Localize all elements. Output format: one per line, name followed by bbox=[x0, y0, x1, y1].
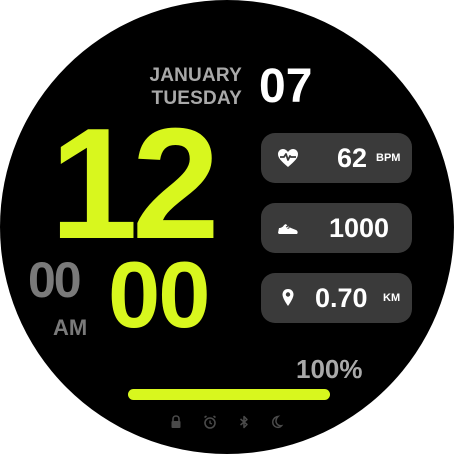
battery-bar-fill bbox=[128, 389, 330, 400]
hour-display: 12 bbox=[50, 96, 220, 272]
moon-icon bbox=[272, 415, 284, 429]
minute-display: 00 bbox=[108, 242, 211, 347]
steps-value: 1000 bbox=[329, 213, 390, 243]
heart-rate-icon bbox=[278, 149, 298, 167]
battery-percent: 100% bbox=[296, 354, 363, 384]
watch-face: JANUARY TUESDAY 07 12 00 AM 00 62 BPM 10… bbox=[0, 0, 454, 454]
heart-rate-unit: BPM bbox=[376, 152, 401, 164]
lock-icon bbox=[171, 415, 181, 428]
seconds-display: 00 bbox=[28, 252, 82, 308]
distance-unit: KM bbox=[383, 292, 401, 304]
alarm-icon bbox=[204, 415, 216, 429]
heart-rate-value: 62 bbox=[337, 143, 368, 173]
bluetooth-icon bbox=[240, 415, 248, 429]
month-label: JANUARY bbox=[149, 65, 242, 86]
heart-rate-card[interactable]: 62 BPM bbox=[261, 133, 412, 183]
distance-card[interactable]: 0.70 KM bbox=[261, 273, 412, 323]
day-number: 07 bbox=[259, 60, 313, 113]
steps-card[interactable]: 1000 bbox=[261, 203, 412, 253]
location-pin-icon bbox=[282, 289, 294, 306]
distance-value: 0.70 bbox=[315, 283, 368, 313]
shoe-icon bbox=[278, 224, 298, 234]
battery-bar bbox=[128, 389, 330, 400]
ampm-label: AM bbox=[53, 315, 88, 340]
